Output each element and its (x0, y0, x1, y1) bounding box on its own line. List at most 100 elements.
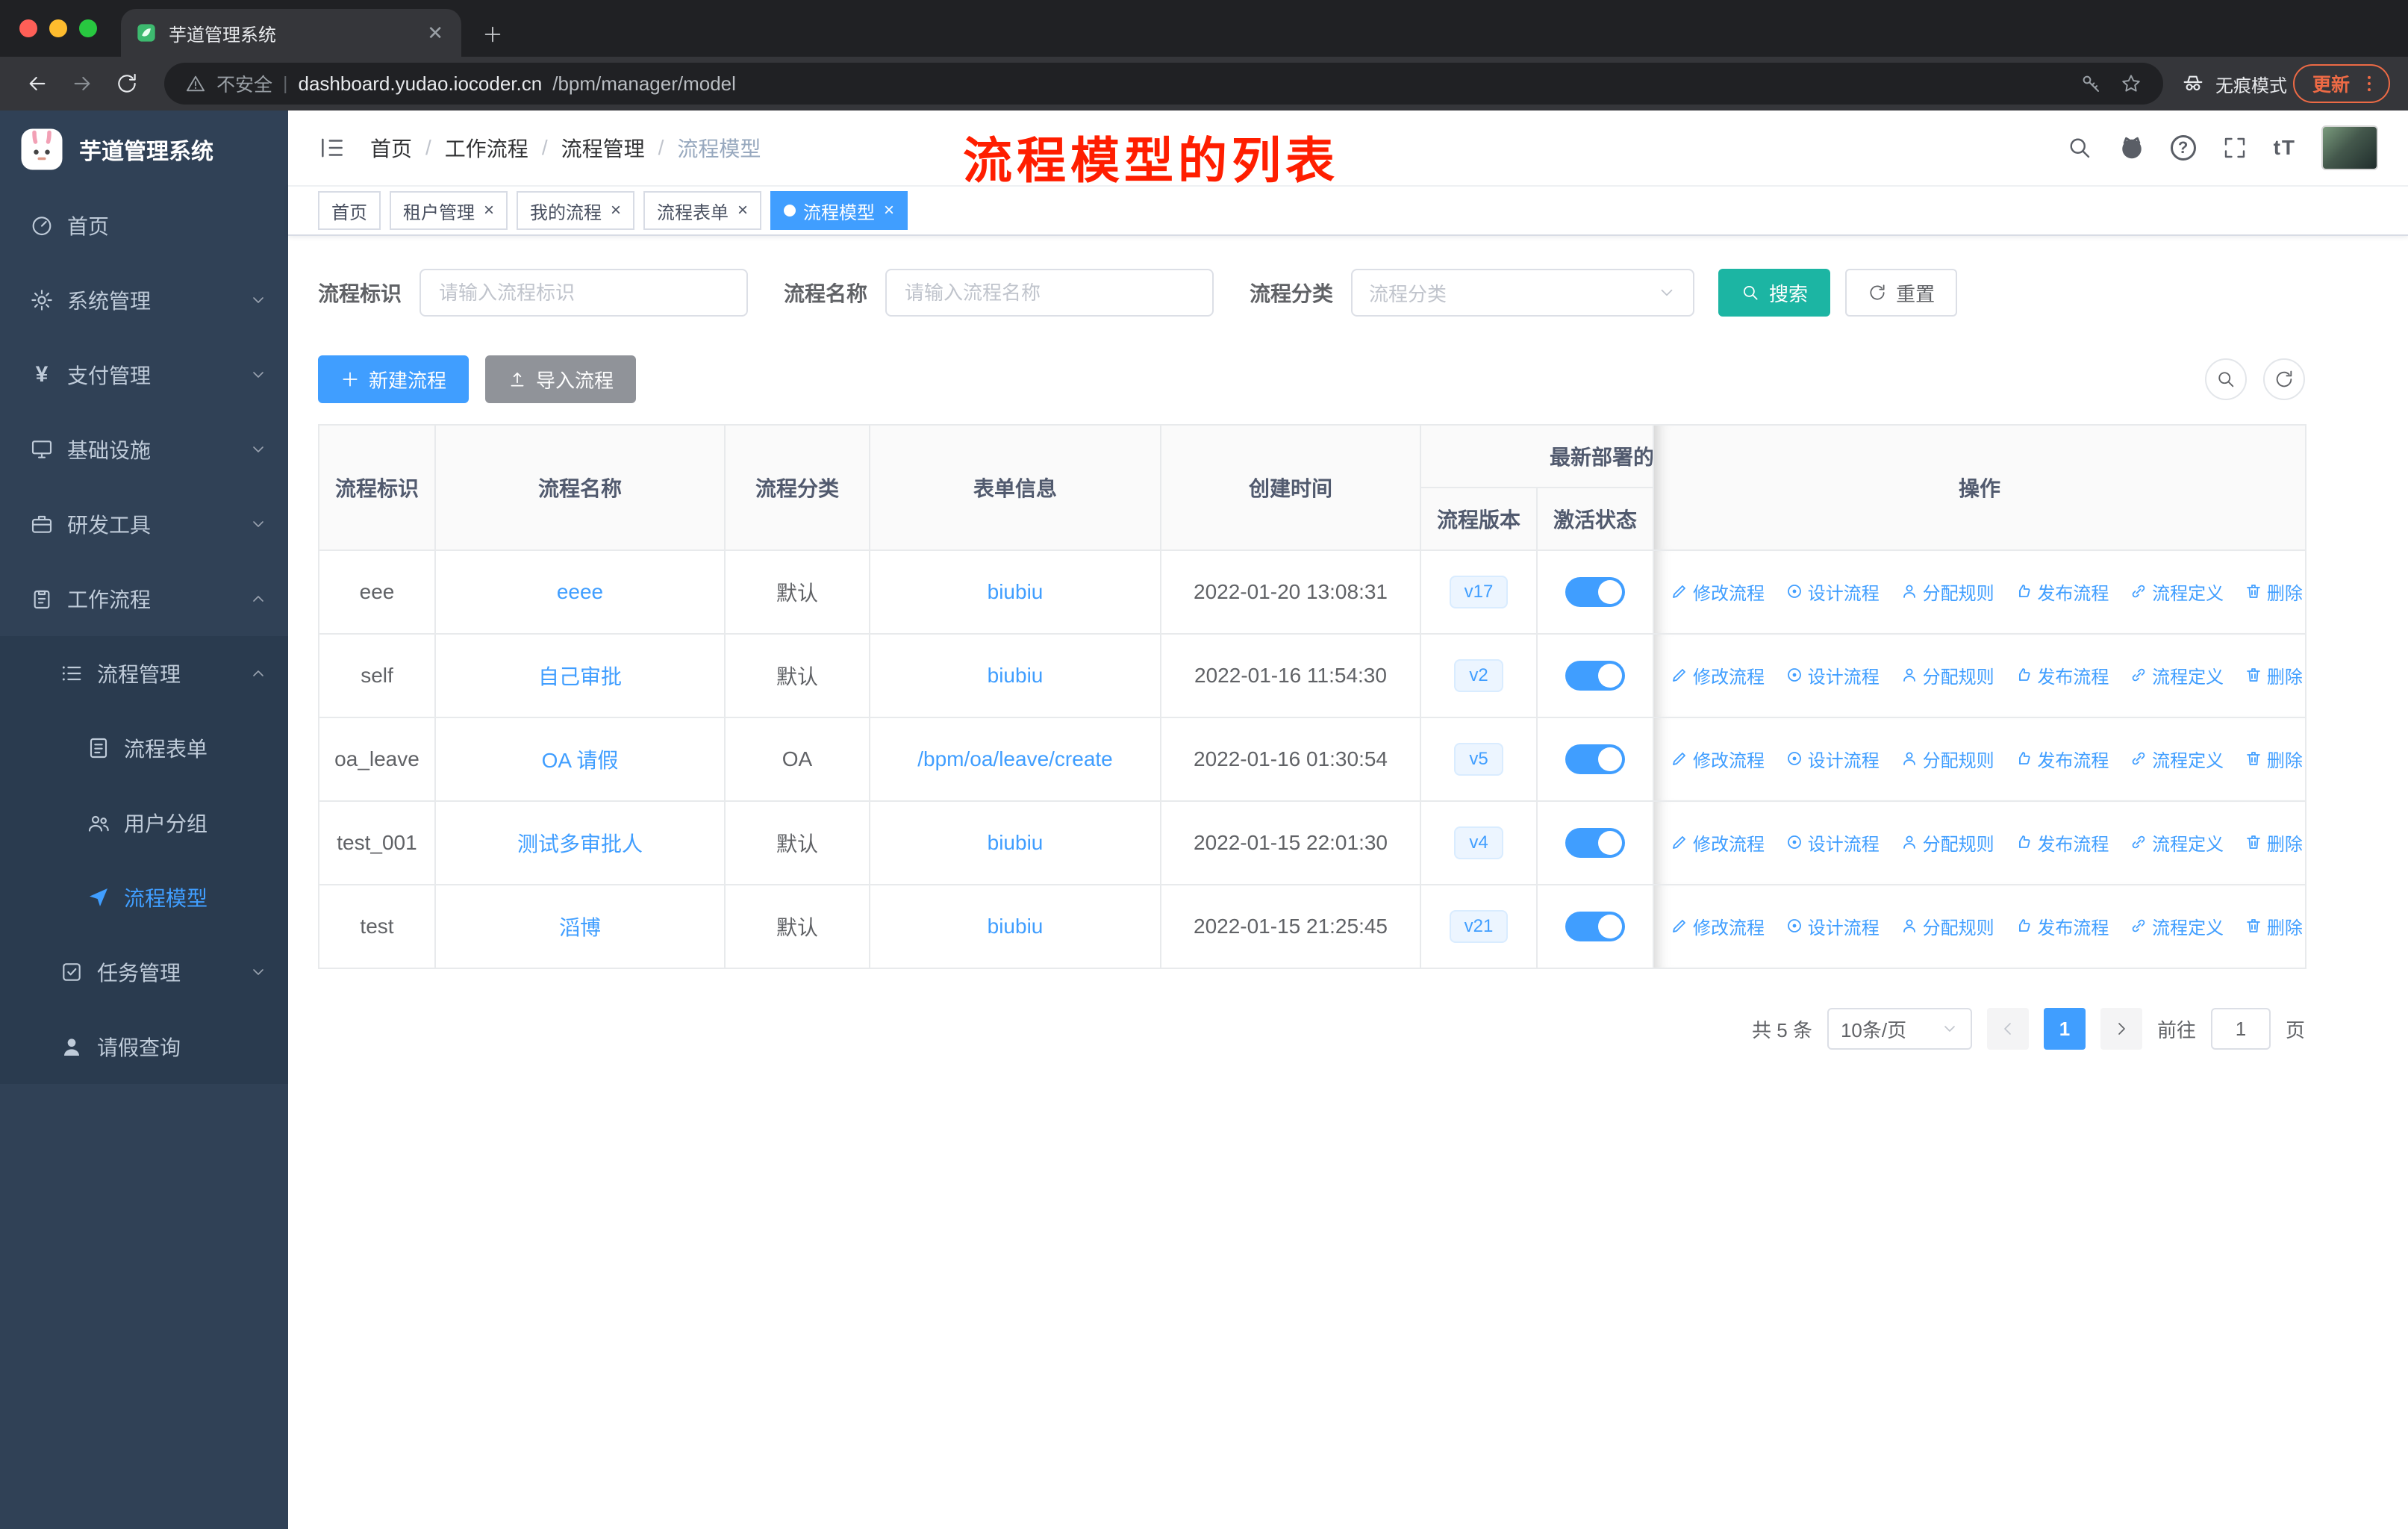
close-icon[interactable]: × (611, 200, 621, 221)
active-toggle[interactable] (1565, 577, 1625, 607)
process-category-select[interactable]: 流程分类 (1351, 269, 1695, 317)
new-tab-button[interactable] (482, 24, 503, 45)
process-definition-link[interactable]: 流程定义 (2130, 913, 2224, 939)
active-toggle[interactable] (1565, 912, 1625, 941)
design-process-link[interactable]: 设计流程 (1785, 662, 1880, 688)
breadcrumb-process-management[interactable]: 流程管理 (561, 133, 645, 163)
close-tab-icon[interactable]: ✕ (424, 22, 446, 45)
form-info-link[interactable]: biubiu (988, 580, 1044, 603)
active-toggle[interactable] (1565, 744, 1625, 774)
fullscreen-icon[interactable] (2221, 134, 2248, 161)
edit-process-link[interactable]: 修改流程 (1671, 913, 1765, 939)
process-definition-link[interactable]: 流程定义 (2130, 829, 2224, 856)
refresh-table-button[interactable] (2263, 358, 2305, 400)
browser-update-button[interactable]: 更新 (2292, 64, 2390, 103)
sidebar-item-process-model[interactable]: 流程模型 (0, 860, 288, 935)
publish-process-link[interactable]: 发布流程 (2015, 662, 2109, 688)
assign-rule-link[interactable]: 分配规则 (1900, 913, 1994, 939)
bookmark-star-icon[interactable] (2120, 72, 2142, 95)
password-key-icon[interactable] (2080, 72, 2102, 95)
delete-link[interactable]: 删除 (2245, 829, 2303, 856)
search-icon[interactable] (2066, 134, 2093, 161)
process-definition-link[interactable]: 流程定义 (2130, 579, 2224, 605)
edit-process-link[interactable]: 修改流程 (1671, 579, 1765, 605)
design-process-link[interactable]: 设计流程 (1785, 829, 1880, 856)
toggle-search-button[interactable] (2205, 358, 2247, 400)
create-process-button[interactable]: 新建流程 (318, 355, 470, 403)
process-definition-link[interactable]: 流程定义 (2130, 662, 2224, 688)
import-process-button[interactable]: 导入流程 (485, 355, 637, 403)
process-name-link[interactable]: eeee (557, 580, 603, 603)
sidebar-item-home[interactable]: 首页 (0, 188, 288, 263)
process-name-link[interactable]: 滔博 (559, 916, 601, 939)
publish-process-link[interactable]: 发布流程 (2015, 913, 2109, 939)
active-toggle[interactable] (1565, 661, 1625, 691)
tag-process-form[interactable]: 流程表单 × (643, 191, 762, 230)
publish-process-link[interactable]: 发布流程 (2015, 746, 2109, 772)
edit-process-link[interactable]: 修改流程 (1671, 829, 1765, 856)
sidebar-item-leave-query[interactable]: 请假查询 (0, 1009, 288, 1084)
close-icon[interactable]: × (884, 200, 894, 221)
prev-page-button[interactable] (1986, 1008, 2029, 1050)
avatar[interactable] (2321, 125, 2378, 170)
process-name-link[interactable]: OA 请假 (542, 749, 619, 772)
sidebar-item-user-group[interactable]: 用户分组 (0, 785, 288, 860)
process-name-link[interactable]: 自己审批 (538, 665, 622, 688)
delete-link[interactable]: 删除 (2245, 913, 2303, 939)
process-name-input[interactable] (885, 269, 1214, 317)
close-icon[interactable]: × (737, 200, 748, 221)
active-toggle[interactable] (1565, 828, 1625, 858)
assign-rule-link[interactable]: 分配规则 (1900, 662, 1994, 688)
tag-tenant[interactable]: 租户管理 × (390, 191, 508, 230)
kebab-menu-icon[interactable] (2359, 73, 2380, 94)
design-process-link[interactable]: 设计流程 (1785, 746, 1880, 772)
goto-page-input[interactable] (2210, 1008, 2271, 1050)
page-size-select[interactable]: 10条/页 (1827, 1008, 1972, 1050)
sidebar-item-devtools[interactable]: 研发工具 (0, 487, 288, 561)
close-window-button[interactable] (19, 19, 37, 37)
edit-process-link[interactable]: 修改流程 (1671, 662, 1765, 688)
forward-button[interactable] (63, 64, 102, 103)
sidebar-item-task-management[interactable]: 任务管理 (0, 935, 288, 1009)
github-icon[interactable] (2118, 134, 2145, 161)
reset-button[interactable]: 重置 (1845, 269, 1958, 317)
assign-rule-link[interactable]: 分配规则 (1900, 829, 1994, 856)
minimize-window-button[interactable] (49, 19, 67, 37)
delete-link[interactable]: 删除 (2245, 662, 2303, 688)
zoom-window-button[interactable] (79, 19, 97, 37)
reload-button[interactable] (107, 64, 146, 103)
process-name-link[interactable]: 测试多审批人 (517, 832, 643, 856)
breadcrumb-home[interactable]: 首页 (370, 133, 412, 163)
back-button[interactable] (18, 64, 57, 103)
tag-my-process[interactable]: 我的流程 × (517, 191, 635, 230)
help-icon[interactable]: ? (2170, 135, 2196, 161)
font-size-icon[interactable]: tT (2274, 136, 2296, 160)
form-info-link[interactable]: biubiu (988, 831, 1044, 854)
process-definition-link[interactable]: 流程定义 (2130, 746, 2224, 772)
next-page-button[interactable] (2100, 1008, 2142, 1050)
search-button[interactable]: 搜索 (1718, 269, 1831, 317)
assign-rule-link[interactable]: 分配规则 (1900, 579, 1994, 605)
sidebar-item-workflow[interactable]: 工作流程 (0, 561, 288, 636)
publish-process-link[interactable]: 发布流程 (2015, 829, 2109, 856)
browser-tab[interactable]: 芋道管理系统 ✕ (121, 9, 461, 57)
edit-process-link[interactable]: 修改流程 (1671, 746, 1765, 772)
sidebar-item-infrastructure[interactable]: 基础设施 (0, 412, 288, 487)
form-info-link[interactable]: biubiu (988, 664, 1044, 687)
tag-process-model[interactable]: 流程模型 × (770, 191, 908, 230)
form-info-link[interactable]: /bpm/oa/leave/create (917, 747, 1113, 770)
process-id-input[interactable] (419, 269, 749, 317)
form-info-link[interactable]: biubiu (988, 915, 1044, 938)
tag-home[interactable]: 首页 (318, 191, 381, 230)
sidebar-item-payment[interactable]: ¥ 支付管理 (0, 337, 288, 412)
assign-rule-link[interactable]: 分配规则 (1900, 746, 1994, 772)
address-bar[interactable]: 不安全 | dashboard.yudao.iocoder.cn/bpm/man… (164, 63, 2163, 105)
collapse-sidebar-icon[interactable] (318, 134, 346, 162)
delete-link[interactable]: 删除 (2245, 579, 2303, 605)
sidebar-item-system[interactable]: 系统管理 (0, 263, 288, 337)
sidebar-item-process-management[interactable]: 流程管理 (0, 636, 288, 711)
breadcrumb-workflow[interactable]: 工作流程 (445, 133, 528, 163)
sidebar-item-process-form[interactable]: 流程表单 (0, 711, 288, 785)
delete-link[interactable]: 删除 (2245, 746, 2303, 772)
design-process-link[interactable]: 设计流程 (1785, 579, 1880, 605)
